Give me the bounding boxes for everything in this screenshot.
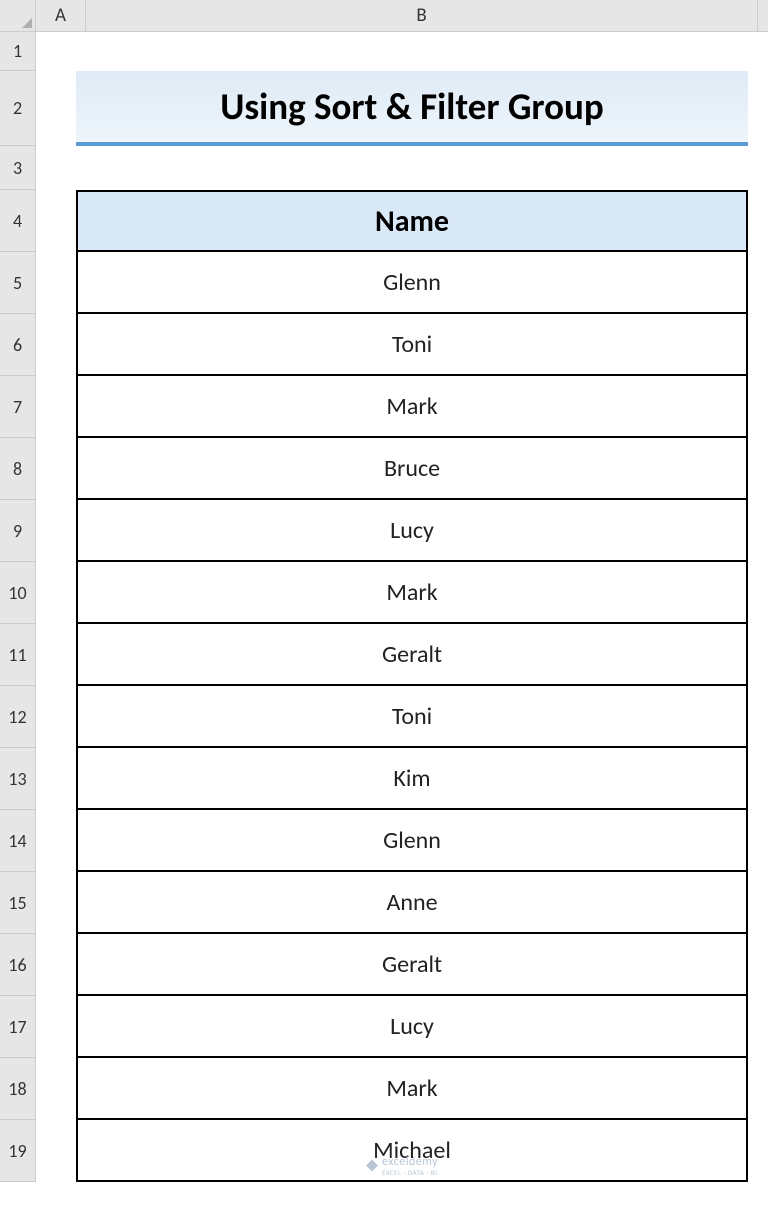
- table-row: Mark: [76, 376, 748, 438]
- table-row: Lucy: [76, 500, 748, 562]
- table-row: Michael: [76, 1120, 748, 1182]
- row-header-6[interactable]: 6: [0, 314, 36, 376]
- table-row: Geralt: [76, 934, 748, 996]
- cell-row-7[interactable]: Mark: [36, 376, 768, 438]
- row-header-2[interactable]: 2: [0, 71, 36, 146]
- cell-row-19[interactable]: Michael exceldemy EXCEL · DATA · BI: [36, 1120, 768, 1182]
- row-header-15[interactable]: 15: [0, 872, 36, 934]
- cell-row-17[interactable]: Lucy: [36, 996, 768, 1058]
- row-header-1[interactable]: 1: [0, 32, 36, 71]
- row-header-19[interactable]: 19: [0, 1120, 36, 1182]
- col-header-C-edge: [758, 0, 768, 32]
- row-header-11[interactable]: 11: [0, 624, 36, 686]
- cell-row-11[interactable]: Geralt: [36, 624, 768, 686]
- col-header-B[interactable]: B: [86, 0, 758, 32]
- cell-row-18[interactable]: Mark: [36, 1058, 768, 1120]
- select-all-corner[interactable]: [0, 0, 36, 32]
- column-headers: A B: [0, 0, 768, 32]
- cell-row-3[interactable]: [36, 146, 768, 190]
- cell-row-6[interactable]: Toni: [36, 314, 768, 376]
- cell-row-15[interactable]: Anne: [36, 872, 768, 934]
- cell-row-2[interactable]: Using Sort & Filter Group: [36, 71, 768, 146]
- table-header-name: Name: [76, 190, 748, 252]
- row-header-10[interactable]: 10: [0, 562, 36, 624]
- row-header-8[interactable]: 8: [0, 438, 36, 500]
- table-row: Toni: [76, 314, 748, 376]
- row-header-18[interactable]: 18: [0, 1058, 36, 1120]
- table-row: Bruce: [76, 438, 748, 500]
- row-header-5[interactable]: 5: [0, 252, 36, 314]
- row-header-4[interactable]: 4: [0, 190, 36, 252]
- rows-area: 1 2 Using Sort & Filter Group 3 4 Name: [0, 32, 768, 1182]
- cell-row-4[interactable]: Name: [36, 190, 768, 252]
- table-row: Kim: [76, 748, 748, 810]
- row-header-16[interactable]: 16: [0, 934, 36, 996]
- row-header-17[interactable]: 17: [0, 996, 36, 1058]
- row-header-13[interactable]: 13: [0, 748, 36, 810]
- cell-row-8[interactable]: Bruce: [36, 438, 768, 500]
- cell-row-13[interactable]: Kim: [36, 748, 768, 810]
- cell-row-10[interactable]: Mark: [36, 562, 768, 624]
- cell-row-1[interactable]: [36, 32, 768, 71]
- table-row: Lucy: [76, 996, 748, 1058]
- row-header-7[interactable]: 7: [0, 376, 36, 438]
- table-row: Toni: [76, 686, 748, 748]
- cell-row-16[interactable]: Geralt: [36, 934, 768, 996]
- table-row: Mark: [76, 1058, 748, 1120]
- row-header-14[interactable]: 14: [0, 810, 36, 872]
- table-row: Geralt: [76, 624, 748, 686]
- cell-row-12[interactable]: Toni: [36, 686, 768, 748]
- cell-row-9[interactable]: Lucy: [36, 500, 768, 562]
- row-header-3[interactable]: 3: [0, 146, 36, 190]
- col-header-A[interactable]: A: [36, 0, 86, 32]
- title-cell: Using Sort & Filter Group: [76, 71, 748, 146]
- cell-row-5[interactable]: Glenn: [36, 252, 768, 314]
- row-header-9[interactable]: 9: [0, 500, 36, 562]
- cell-row-14[interactable]: Glenn: [36, 810, 768, 872]
- table-row: Glenn: [76, 252, 748, 314]
- spreadsheet-grid: A B 1 2 Using Sort & Filter Group 3 4: [0, 0, 768, 1182]
- table-row: Mark: [76, 562, 748, 624]
- table-row: Anne: [76, 872, 748, 934]
- table-row: Glenn: [76, 810, 748, 872]
- row-header-12[interactable]: 12: [0, 686, 36, 748]
